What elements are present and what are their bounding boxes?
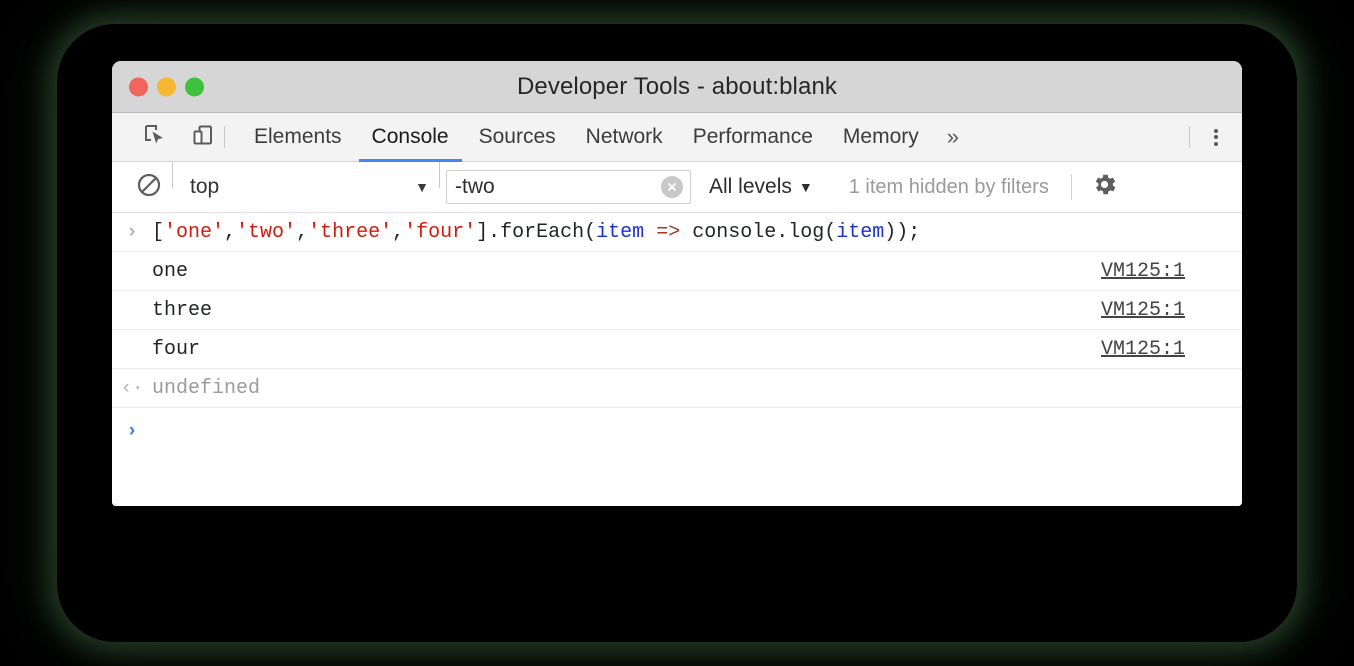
- settings-gear-icon: [1091, 171, 1118, 203]
- inspect-element-icon: [143, 123, 167, 152]
- close-window-button[interactable]: [129, 77, 148, 96]
- console-message-list: › ['one','two','three','four'].forEach(i…: [112, 213, 1242, 506]
- customize-devtools-button[interactable]: [1190, 113, 1242, 161]
- window-title: Developer Tools - about:blank: [112, 73, 1242, 101]
- more-tabs-chevron-icon[interactable]: »: [934, 113, 972, 161]
- console-input-expression: ['one','two','three','four'].forEach(ite…: [152, 221, 1242, 244]
- hidden-items-message: 1 item hidden by filters: [849, 176, 1049, 199]
- tab-console-label: Console: [372, 125, 449, 149]
- tab-network-label: Network: [586, 125, 663, 149]
- console-log-row[interactable]: three VM125:1: [112, 291, 1242, 330]
- title-bar: Developer Tools - about:blank: [112, 61, 1242, 113]
- devtools-tab-strip: Elements Console Sources Network Perform…: [112, 113, 1242, 162]
- log-levels-selector[interactable]: All levels ▼: [709, 175, 813, 199]
- console-log-message: four: [152, 338, 1101, 361]
- console-log-row[interactable]: one VM125:1: [112, 252, 1242, 291]
- console-prompt-row[interactable]: ›: [112, 408, 1242, 454]
- execution-context-selector[interactable]: top ▼: [181, 172, 439, 202]
- toolbar-divider-1: [172, 162, 173, 188]
- desktop-backdrop: Developer Tools - about:blank: [0, 0, 1354, 666]
- tab-sources-label: Sources: [479, 125, 556, 149]
- execution-context-value: top: [181, 175, 219, 199]
- input-chevron-icon: ›: [112, 221, 152, 243]
- tabstrip-right-group: [1189, 113, 1242, 161]
- minimize-window-button[interactable]: [157, 77, 176, 96]
- source-link[interactable]: VM125:1: [1101, 260, 1185, 283]
- tabstrip-divider: [224, 126, 225, 148]
- console-log-message: three: [152, 299, 1101, 322]
- maximize-window-button[interactable]: [185, 77, 204, 96]
- filter-input[interactable]: [447, 174, 647, 200]
- device-toolbar-icon: [191, 123, 215, 152]
- result-arrow-icon: ‹·: [112, 377, 152, 399]
- prompt-chevron-icon: ›: [112, 420, 152, 442]
- tab-console[interactable]: Console: [357, 113, 464, 161]
- tab-performance[interactable]: Performance: [678, 113, 828, 161]
- toolbar-divider-3: [1071, 174, 1072, 200]
- tab-elements[interactable]: Elements: [239, 113, 357, 161]
- toolbar-divider-2: [439, 162, 440, 188]
- console-log-message: one: [152, 260, 1101, 283]
- console-settings-button[interactable]: [1082, 171, 1128, 203]
- console-toolbar: top ▼ All levels ▼ 1 item hidden by filt…: [112, 162, 1242, 213]
- toggle-device-toolbar-button[interactable]: [182, 113, 224, 161]
- console-result-row[interactable]: ‹· undefined: [112, 369, 1242, 408]
- tab-network[interactable]: Network: [571, 113, 678, 161]
- traffic-lights: [129, 77, 204, 96]
- console-result-value: undefined: [152, 377, 1242, 400]
- source-link[interactable]: VM125:1: [1101, 338, 1185, 361]
- chevron-down-icon: ▼: [415, 179, 429, 195]
- clear-filter-icon[interactable]: [661, 176, 683, 198]
- more-tabs-label: »: [947, 124, 959, 150]
- console-log-row[interactable]: four VM125:1: [112, 330, 1242, 369]
- filter-input-wrapper[interactable]: [446, 170, 691, 204]
- clear-console-button[interactable]: [126, 172, 172, 203]
- clear-console-icon: [136, 172, 162, 203]
- kebab-menu-icon: [1214, 126, 1218, 148]
- tab-memory[interactable]: Memory: [828, 113, 934, 161]
- source-link[interactable]: VM125:1: [1101, 299, 1185, 322]
- tab-list: Elements Console Sources Network Perform…: [239, 113, 934, 161]
- console-input-row[interactable]: › ['one','two','three','four'].forEach(i…: [112, 213, 1242, 252]
- tab-elements-label: Elements: [254, 125, 342, 149]
- tab-sources[interactable]: Sources: [464, 113, 571, 161]
- tab-performance-label: Performance: [693, 125, 813, 149]
- log-levels-value: All levels: [709, 175, 792, 199]
- inspect-element-button[interactable]: [134, 113, 176, 161]
- chevron-down-icon: ▼: [799, 179, 813, 195]
- tab-memory-label: Memory: [843, 125, 919, 149]
- devtools-window: Developer Tools - about:blank: [112, 61, 1242, 506]
